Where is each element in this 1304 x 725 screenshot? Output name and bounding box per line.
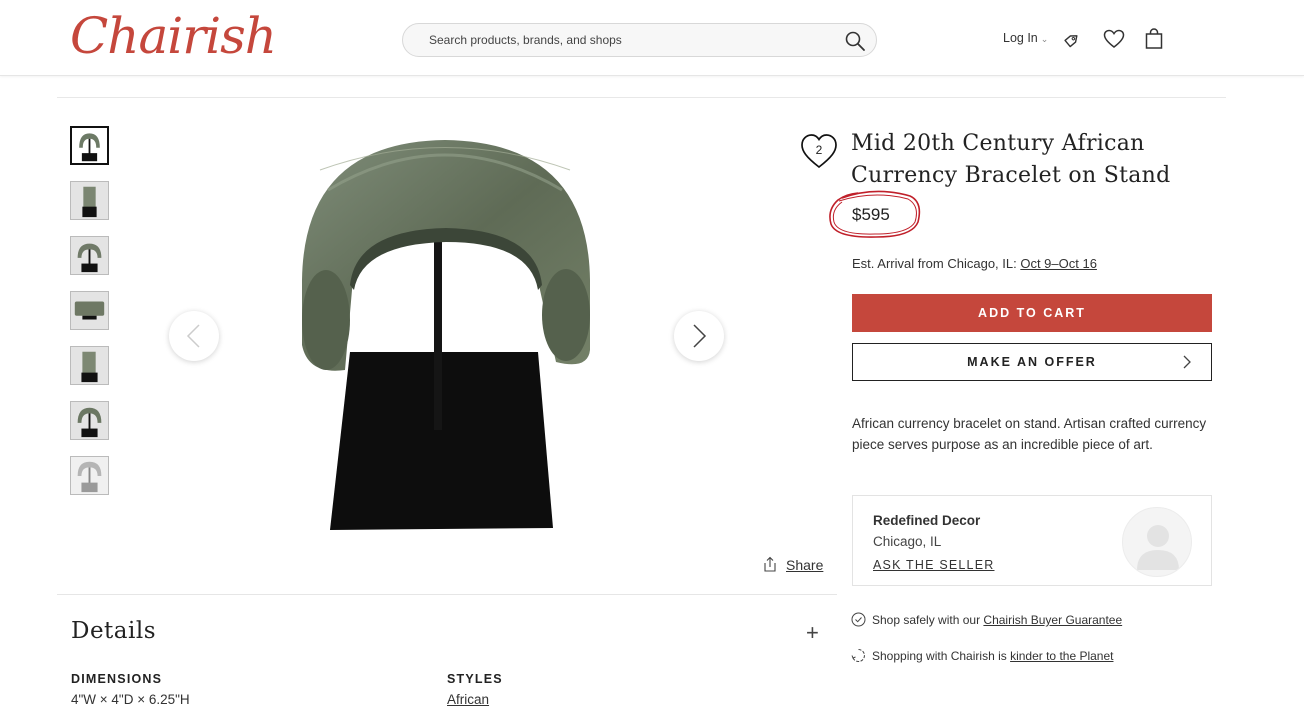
product-price: $595 (852, 205, 890, 224)
thumbnail-3[interactable] (70, 236, 109, 275)
prev-image-button[interactable] (169, 311, 219, 361)
chevron-down-icon: ⌄ (1040, 34, 1049, 44)
kinder-planet-link[interactable]: kinder to the Planet (1010, 649, 1113, 663)
thumbnail-4[interactable] (70, 291, 109, 330)
thumbnail-7[interactable] (70, 456, 109, 495)
styles-label: STYLES (447, 672, 503, 686)
thumbnail-image (72, 128, 107, 163)
recycle-icon (851, 649, 865, 662)
check-circle-icon (851, 612, 866, 627)
seller-location: Chicago, IL (873, 534, 942, 549)
next-image-button[interactable] (674, 311, 724, 361)
buyer-guarantee-line: Shop safely with our Chairish Buyer Guar… (851, 612, 1122, 627)
guarantee-prefix: Shop safely with our (872, 613, 984, 627)
ask-seller-link[interactable]: ASK THE SELLER (873, 558, 994, 572)
divider (57, 594, 837, 595)
thumbnail-6[interactable] (70, 401, 109, 440)
login-label[interactable]: Log In (1003, 31, 1038, 45)
buyer-guarantee-link[interactable]: Chairish Buyer Guarantee (983, 613, 1122, 627)
chevron-left-icon (186, 324, 200, 348)
arrival-prefix: Est. Arrival from Chicago, IL: (852, 256, 1021, 271)
thumbnail-2[interactable] (70, 181, 109, 220)
dimensions-value: 4"W × 4"D × 6.25"H (71, 692, 190, 707)
make-offer-label[interactable]: MAKE AN OFFER (967, 355, 1097, 369)
product-title: Mid 20th Century African Currency Bracel… (851, 131, 1171, 188)
share-icon (764, 556, 776, 572)
planet-prefix: Shopping with Chairish is (872, 649, 1011, 663)
dimensions-label: DIMENSIONS (71, 672, 163, 686)
seller-card: Redefined Decor Chicago, IL ASK THE SELL… (852, 495, 1212, 586)
add-to-cart-button[interactable]: ADD TO CART (852, 294, 1212, 332)
thumbnail-image (71, 292, 108, 329)
favorite-count: 2 (815, 143, 823, 157)
site-header: Chairish Search products, brands, and sh… (0, 0, 1304, 76)
share-link[interactable]: Share (762, 556, 823, 573)
search-bar[interactable]: Search products, brands, and shops (402, 23, 877, 57)
chevron-right-icon (1183, 355, 1191, 369)
chevron-right-icon (693, 324, 707, 348)
thumbnail-image (71, 457, 108, 494)
search-placeholder[interactable]: Search products, brands, and shops (429, 33, 622, 47)
seller-avatar[interactable] (1122, 507, 1192, 577)
planet-line: Shopping with Chairish is kinder to the … (851, 648, 1113, 663)
expand-plus-icon[interactable]: + (806, 620, 819, 646)
thumbnail-image (71, 402, 108, 439)
thumbnail-5[interactable] (70, 346, 109, 385)
product-main-image[interactable] (290, 130, 600, 540)
bag-icon[interactable] (1142, 27, 1166, 51)
seller-name[interactable]: Redefined Decor (873, 513, 980, 528)
estimated-arrival: Est. Arrival from Chicago, IL: Oct 9–Oct… (852, 256, 1097, 271)
style-link-african[interactable]: African (447, 692, 489, 707)
tag-icon[interactable] (1061, 27, 1085, 51)
thumbnail-1[interactable] (70, 126, 109, 165)
product-description: African currency bracelet on stand. Arti… (852, 416, 1207, 452)
search-icon[interactable] (844, 30, 866, 52)
divider (57, 97, 1226, 98)
login-link[interactable]: Log In ⌄ (1003, 31, 1048, 45)
details-heading[interactable]: Details (71, 618, 156, 644)
arrival-dates-link[interactable]: Oct 9–Oct 16 (1020, 256, 1097, 271)
thumbnail-image (71, 182, 108, 219)
chairish-logo[interactable]: Chairish (70, 6, 277, 66)
user-placeholder-icon (1137, 525, 1179, 570)
thumbnail-image (71, 237, 108, 274)
share-label[interactable]: Share (786, 557, 823, 573)
make-offer-button[interactable]: MAKE AN OFFER (852, 343, 1212, 381)
thumbnail-image (71, 347, 108, 384)
heart-icon[interactable] (1102, 27, 1126, 51)
